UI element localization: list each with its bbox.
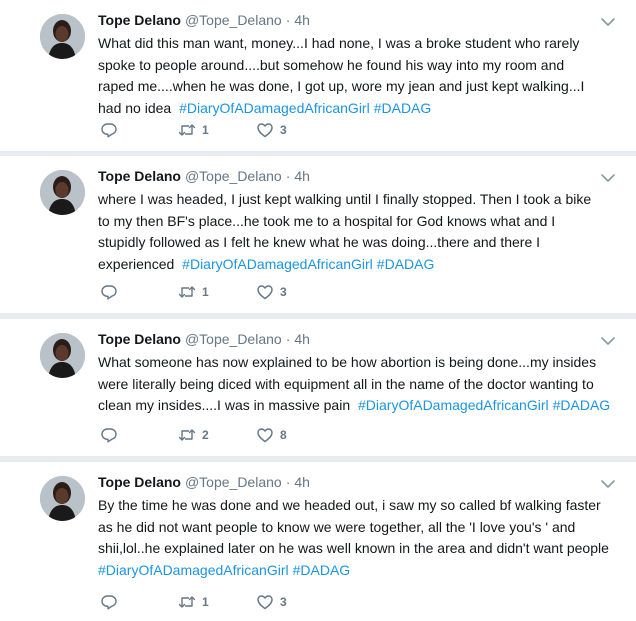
author-name[interactable]: Tope Delano: [98, 10, 181, 30]
separator-dot: ·: [285, 474, 291, 490]
reply-button[interactable]: [100, 283, 178, 301]
author-name[interactable]: Tope Delano: [98, 166, 181, 186]
reply-button[interactable]: [100, 593, 178, 611]
avatar-image: [40, 14, 85, 59]
tweet-timestamp[interactable]: 4h: [294, 166, 310, 186]
retweet-count: 1: [202, 285, 209, 299]
avatar-image: [40, 170, 85, 215]
like-count: 8: [280, 428, 287, 442]
retweet-count: 1: [202, 123, 209, 137]
tweet-header: Tope Delano @Tope_Delano · 4h: [98, 472, 620, 492]
hashtag-link[interactable]: #DiaryOfADamagedAfricanGirl: [98, 562, 289, 578]
like-count: 3: [280, 595, 287, 609]
author-handle[interactable]: @Tope_Delano: [185, 166, 282, 186]
author-name[interactable]: Tope Delano: [98, 329, 181, 349]
avatar[interactable]: [40, 333, 85, 378]
chevron-down-icon[interactable]: [600, 335, 616, 347]
tweet[interactable]: Tope Delano @Tope_Delano · 4h where I wa…: [0, 156, 636, 314]
avatar[interactable]: [40, 476, 85, 521]
like-count: 3: [280, 123, 287, 137]
retweet-icon: [178, 426, 196, 444]
tweet[interactable]: Tope Delano @Tope_Delano · 4h What someo…: [0, 319, 636, 457]
retweet-button[interactable]: 1: [178, 593, 256, 611]
tweet-feed: Tope Delano @Tope_Delano · 4h What did t…: [0, 0, 636, 621]
retweet-count: 1: [202, 595, 209, 609]
heart-icon: [256, 593, 274, 611]
retweet-icon: [178, 593, 196, 611]
retweet-button[interactable]: 1: [178, 121, 256, 139]
hashtag-link[interactable]: #DiaryOfADamagedAfricanGirl: [182, 256, 373, 272]
reply-icon: [100, 283, 118, 301]
tweet-header: Tope Delano @Tope_Delano · 4h: [98, 166, 620, 186]
retweet-icon: [178, 283, 196, 301]
tweet-text: where I was headed, I just kept walking …: [98, 189, 618, 275]
tweet-actions: 1 3: [100, 121, 334, 139]
tweet[interactable]: Tope Delano @Tope_Delano · 4h By the tim…: [0, 462, 636, 621]
reply-icon: [100, 426, 118, 444]
avatar[interactable]: [40, 14, 85, 59]
heart-icon: [256, 426, 274, 444]
author-handle[interactable]: @Tope_Delano: [185, 10, 282, 30]
avatar-image: [40, 476, 85, 521]
retweet-button[interactable]: 1: [178, 283, 256, 301]
like-button[interactable]: 3: [256, 283, 334, 301]
separator-dot: ·: [285, 331, 291, 347]
tweet-body: By the time he was done and we headed ou…: [98, 497, 609, 556]
hashtag-link[interactable]: #DiaryOfADamagedAfricanGirl: [358, 397, 549, 413]
chevron-down-icon[interactable]: [600, 172, 616, 184]
chevron-down-icon[interactable]: [600, 16, 616, 28]
avatar[interactable]: [40, 170, 85, 215]
tweet-text: By the time he was done and we headed ou…: [98, 495, 618, 581]
tweet-text: What someone has now explained to be how…: [98, 352, 618, 417]
tweet-header: Tope Delano @Tope_Delano · 4h: [98, 10, 620, 30]
like-button[interactable]: 3: [256, 121, 334, 139]
separator-dot: ·: [285, 12, 291, 28]
tweet-actions: 2 8: [100, 426, 334, 444]
tweet-actions: 1 3: [100, 593, 334, 611]
reply-button[interactable]: [100, 121, 178, 139]
author-handle[interactable]: @Tope_Delano: [185, 472, 282, 492]
like-button[interactable]: 8: [256, 426, 334, 444]
chevron-down-icon[interactable]: [600, 478, 616, 490]
author-handle[interactable]: @Tope_Delano: [185, 329, 282, 349]
tweet-actions: 1 3: [100, 283, 334, 301]
hashtag-link[interactable]: #DADAG: [293, 562, 351, 578]
heart-icon: [256, 121, 274, 139]
retweet-count: 2: [202, 428, 209, 442]
heart-icon: [256, 283, 274, 301]
hashtag-link[interactable]: #DADAG: [553, 397, 611, 413]
tweet-timestamp[interactable]: 4h: [294, 10, 310, 30]
like-count: 3: [280, 285, 287, 299]
tweet-header: Tope Delano @Tope_Delano · 4h: [98, 329, 620, 349]
tweet-timestamp[interactable]: 4h: [294, 329, 310, 349]
reply-button[interactable]: [100, 426, 178, 444]
retweet-icon: [178, 121, 196, 139]
hashtag-link[interactable]: #DADAG: [377, 256, 435, 272]
hashtag-link[interactable]: #DiaryOfADamagedAfricanGirl: [179, 100, 370, 116]
author-name[interactable]: Tope Delano: [98, 472, 181, 492]
tweet[interactable]: Tope Delano @Tope_Delano · 4h What did t…: [0, 0, 636, 152]
reply-icon: [100, 121, 118, 139]
tweet-timestamp[interactable]: 4h: [294, 472, 310, 492]
tweet-text: What did this man want, money...I had no…: [98, 33, 618, 119]
hashtag-link[interactable]: #DADAG: [374, 100, 432, 116]
separator-dot: ·: [285, 168, 291, 184]
avatar-image: [40, 333, 85, 378]
retweet-button[interactable]: 2: [178, 426, 256, 444]
like-button[interactable]: 3: [256, 593, 334, 611]
reply-icon: [100, 593, 118, 611]
